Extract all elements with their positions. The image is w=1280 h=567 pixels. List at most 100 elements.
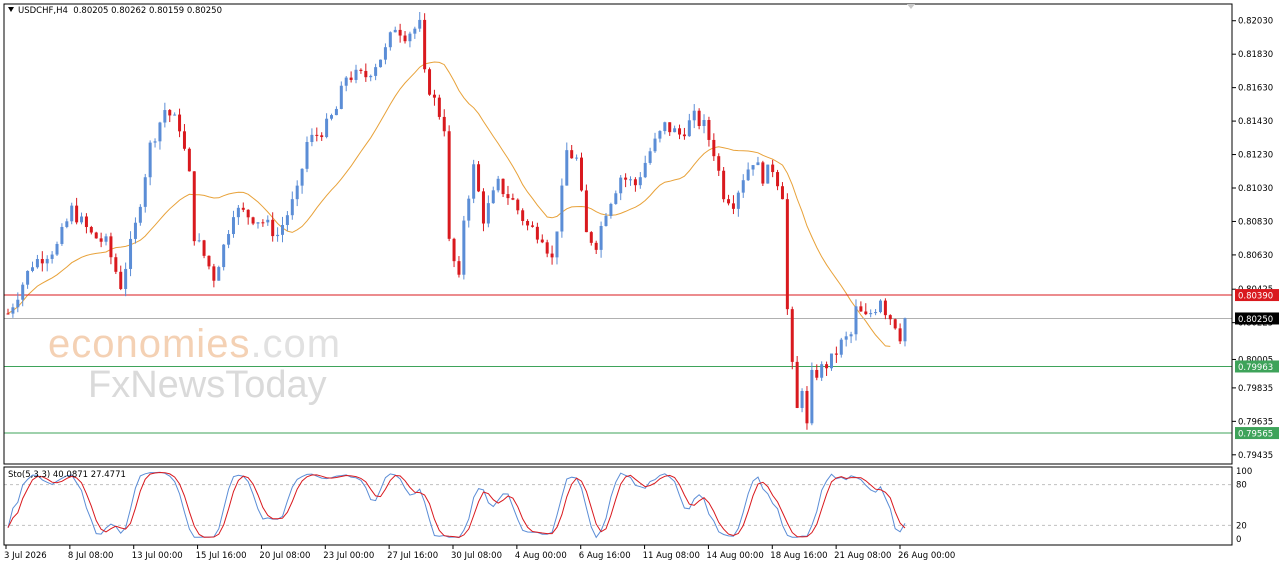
- candle-body[interactable]: [192, 171, 196, 242]
- candle-body[interactable]: [545, 242, 549, 254]
- candle-body[interactable]: [869, 313, 873, 315]
- candle-body[interactable]: [217, 267, 221, 281]
- candle-body[interactable]: [408, 33, 412, 42]
- symbol-header[interactable]: USDCHF,H4 0.80205 0.80262 0.80159 0.8025…: [8, 6, 222, 16]
- candle-body[interactable]: [158, 122, 162, 142]
- candle-body[interactable]: [295, 185, 299, 200]
- candle-body[interactable]: [834, 353, 838, 355]
- candle-body[interactable]: [521, 210, 525, 221]
- candle-body[interactable]: [99, 238, 103, 242]
- candle-body[interactable]: [452, 238, 456, 262]
- candle-body[interactable]: [820, 364, 824, 378]
- candle-body[interactable]: [633, 179, 637, 186]
- candle-body[interactable]: [374, 67, 378, 76]
- candle-body[interactable]: [560, 185, 564, 232]
- candle-body[interactable]: [393, 29, 397, 33]
- candle-body[interactable]: [903, 318, 907, 342]
- candle-body[interactable]: [761, 162, 765, 184]
- candle-body[interactable]: [119, 271, 123, 289]
- candle-body[interactable]: [55, 243, 59, 255]
- candle-body[interactable]: [40, 259, 44, 264]
- candle-body[interactable]: [810, 369, 814, 424]
- candle-body[interactable]: [535, 226, 539, 240]
- candle-body[interactable]: [511, 198, 515, 200]
- candle-body[interactable]: [305, 142, 309, 169]
- candle-body[interactable]: [6, 313, 10, 315]
- candle-body[interactable]: [344, 77, 348, 86]
- candle-body[interactable]: [653, 138, 657, 152]
- candle-body[interactable]: [766, 164, 770, 184]
- candle-body[interactable]: [129, 238, 133, 269]
- candle-body[interactable]: [133, 222, 137, 239]
- candle-body[interactable]: [251, 217, 255, 224]
- candle-body[interactable]: [673, 128, 677, 133]
- candle-body[interactable]: [403, 35, 407, 42]
- candle-body[interactable]: [697, 110, 701, 127]
- candle-body[interactable]: [829, 353, 833, 369]
- candle-body[interactable]: [256, 222, 260, 224]
- candle-body[interactable]: [227, 234, 231, 245]
- candle-body[interactable]: [898, 328, 902, 342]
- candle-body[interactable]: [678, 128, 682, 135]
- candle-body[interactable]: [893, 319, 897, 329]
- candle-body[interactable]: [109, 236, 113, 258]
- candle-body[interactable]: [447, 131, 451, 239]
- candle-body[interactable]: [261, 222, 265, 224]
- candle-body[interactable]: [619, 177, 623, 194]
- candle-body[interactable]: [241, 207, 245, 210]
- candle-body[interactable]: [604, 215, 608, 226]
- candle-body[interactable]: [486, 203, 490, 224]
- candle-body[interactable]: [315, 134, 319, 136]
- candle-body[interactable]: [442, 116, 446, 132]
- candle-body[interactable]: [271, 219, 275, 237]
- candle-body[interactable]: [320, 135, 324, 138]
- candle-body[interactable]: [795, 361, 799, 408]
- candle-body[interactable]: [854, 306, 858, 335]
- candle-body[interactable]: [780, 186, 784, 200]
- candle-body[interactable]: [437, 97, 441, 117]
- candle-body[interactable]: [878, 300, 882, 313]
- candle-body[interactable]: [614, 193, 618, 204]
- candle-body[interactable]: [325, 118, 329, 138]
- candle-body[interactable]: [45, 258, 49, 264]
- candle-body[interactable]: [727, 199, 731, 204]
- candle-body[interactable]: [501, 178, 505, 195]
- candle-body[interactable]: [75, 205, 79, 223]
- candle-body[interactable]: [178, 114, 182, 132]
- candle-body[interactable]: [94, 232, 98, 239]
- candle-body[interactable]: [124, 268, 128, 289]
- candle-body[interactable]: [751, 165, 755, 170]
- candle-body[interactable]: [579, 157, 583, 191]
- candle-body[interactable]: [575, 157, 579, 159]
- candle-body[interactable]: [84, 216, 88, 228]
- candle-body[interactable]: [50, 254, 54, 259]
- candle-body[interactable]: [638, 177, 642, 186]
- candle-body[interactable]: [246, 209, 250, 218]
- candle-body[interactable]: [21, 284, 25, 300]
- candle-body[interactable]: [526, 220, 530, 226]
- candle-body[interactable]: [89, 227, 93, 233]
- candle-body[interactable]: [26, 270, 30, 285]
- candle-body[interactable]: [423, 19, 427, 70]
- candle-body[interactable]: [550, 253, 554, 258]
- candle-body[interactable]: [776, 172, 780, 187]
- candle-body[interactable]: [349, 77, 353, 80]
- candle-body[interactable]: [584, 190, 588, 233]
- candle-body[interactable]: [648, 151, 652, 163]
- candle-body[interactable]: [168, 110, 172, 116]
- candle-body[interactable]: [138, 206, 142, 223]
- collapse-triangle-icon[interactable]: [8, 7, 14, 12]
- candle-body[interactable]: [682, 134, 686, 137]
- candle-body[interactable]: [31, 267, 35, 271]
- candle-body[interactable]: [570, 150, 574, 159]
- candle-body[interactable]: [212, 266, 216, 281]
- candle-body[interactable]: [418, 19, 422, 29]
- candle-body[interactable]: [888, 315, 892, 320]
- candle-body[interactable]: [163, 110, 167, 123]
- candle-body[interactable]: [594, 242, 598, 250]
- candle-body[interactable]: [643, 162, 647, 178]
- candle-body[interactable]: [300, 168, 304, 186]
- candle-body[interactable]: [467, 198, 471, 221]
- candle-body[interactable]: [599, 225, 603, 250]
- candle-body[interactable]: [555, 231, 559, 258]
